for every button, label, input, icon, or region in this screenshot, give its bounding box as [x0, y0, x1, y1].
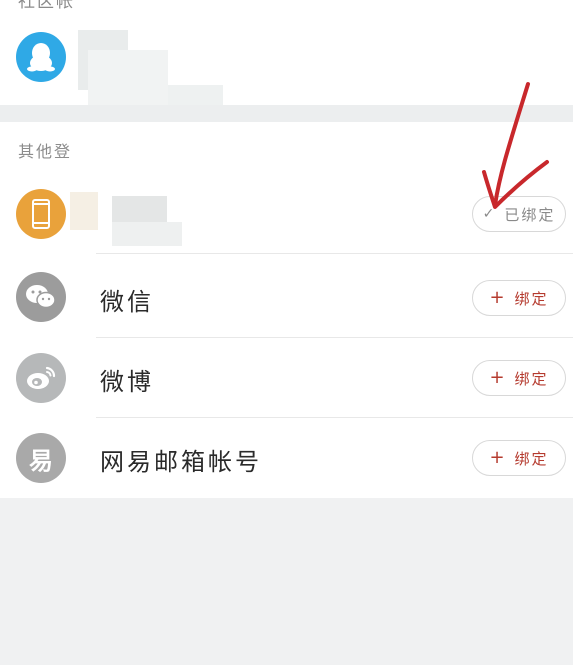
weibo-icon: [27, 366, 56, 389]
netease-label: 网易邮箱帐号: [100, 448, 262, 476]
redacted-mosaic: [88, 50, 168, 105]
account-row-netease[interactable]: 易 网易邮箱帐号 + 绑定: [0, 418, 573, 498]
qq-account-section: [0, 10, 573, 115]
checkmark-icon: ✓: [482, 206, 497, 222]
wechat-label: 微信: [100, 288, 154, 316]
redacted-mosaic: [112, 196, 167, 222]
account-row-wechat[interactable]: 微信 + 绑定: [0, 258, 573, 338]
bound-status-button[interactable]: ✓ 已绑定: [472, 196, 566, 232]
phone-avatar: [16, 189, 66, 239]
bind-label: 绑定: [514, 369, 549, 388]
section-gap: [0, 105, 573, 122]
section-header-partial: 社区帐: [18, 0, 75, 10]
netease-yi-icon: 易: [29, 446, 53, 475]
other-accounts-section: 其他登 ✓ 已绑定 微信 + 绑定 微博 + 绑定 易 网易邮箱帐号 + 绑定: [0, 122, 573, 498]
bind-label: 绑定: [514, 449, 549, 468]
bind-wechat-button[interactable]: + 绑定: [472, 280, 566, 316]
weibo-avatar: [16, 353, 66, 403]
mobile-phone-icon: [32, 199, 50, 229]
weibo-label: 微博: [100, 368, 154, 396]
bind-label: 绑定: [514, 289, 549, 308]
qq-avatar[interactable]: [16, 32, 66, 82]
netease-avatar: 易: [16, 433, 66, 483]
bind-weibo-button[interactable]: + 绑定: [472, 360, 566, 396]
bound-label: 已绑定: [504, 205, 556, 224]
plus-icon: +: [489, 287, 507, 308]
qq-penguin-icon: [27, 43, 55, 72]
account-row-weibo[interactable]: 微博 + 绑定: [0, 338, 573, 418]
plus-icon: +: [489, 447, 507, 468]
redacted-mosaic: [70, 192, 98, 230]
plus-icon: +: [489, 367, 507, 388]
redacted-mosaic: [112, 222, 182, 246]
divider: [96, 253, 573, 254]
account-row-phone[interactable]: ✓ 已绑定: [0, 174, 573, 254]
wechat-avatar: [16, 272, 66, 322]
top-strip: 社区帐: [0, 0, 573, 10]
bind-netease-button[interactable]: + 绑定: [472, 440, 566, 476]
wechat-icon: [26, 285, 56, 309]
section-header-other: 其他登: [18, 142, 73, 161]
